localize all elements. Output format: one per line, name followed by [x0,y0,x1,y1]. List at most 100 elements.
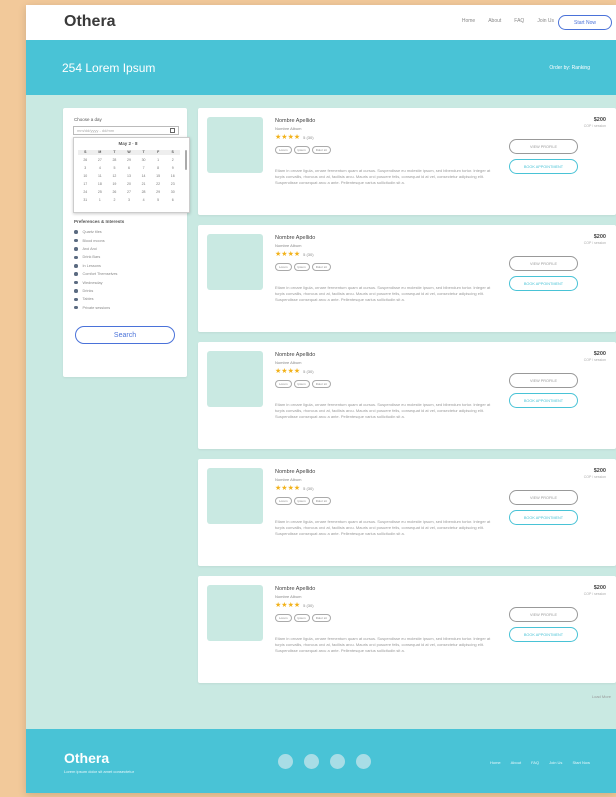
calendar-day[interactable]: 10 [78,174,93,179]
preference-option[interactable]: In Lessons [74,262,117,270]
brand-logo[interactable]: Othera [64,13,116,31]
calendar-day[interactable]: 6 [122,166,137,171]
social-circle-icon[interactable] [278,754,293,769]
calendar-day[interactable]: 8 [151,166,166,171]
view-profile-button[interactable]: VIEW PROFILE [509,256,578,271]
calendar-day[interactable]: 31 [78,198,93,203]
nav-link-home[interactable]: Home [462,18,475,24]
calendar-day[interactable]: 30 [165,190,180,195]
radio-dot-icon[interactable] [74,255,78,260]
radio-dot-icon[interactable] [74,289,78,293]
profile-photo[interactable] [207,234,263,290]
card-name[interactable]: Nombre Apellido [275,235,315,241]
social-circle-icon[interactable] [304,754,319,769]
book-appointment-button[interactable]: BOOK APPOINTMENT [509,627,578,642]
nav-link-join[interactable]: Join Us [537,18,554,24]
load-more-link[interactable]: Load More [592,694,611,699]
preference-option[interactable]: Drinks [74,287,117,295]
calendar-day[interactable]: 3 [78,166,93,171]
calendar-scrollbar[interactable] [185,150,187,170]
calendar-day[interactable]: 7 [136,166,151,171]
calendar-day[interactable]: 21 [136,182,151,187]
preference-option[interactable]: Blood moons [74,236,117,244]
profile-photo[interactable] [207,117,263,173]
card-name[interactable]: Nombre Apellido [275,118,315,124]
card-name[interactable]: Nombre Apellido [275,469,315,475]
footer-link-start[interactable]: Start Now [572,760,590,765]
calendar-day[interactable]: 23 [165,182,180,187]
footer-link-about[interactable]: About [511,760,521,765]
calendar-day[interactable]: 9 [165,166,180,171]
calendar-day[interactable]: 11 [93,174,108,179]
preference-option[interactable]: Quartz tiles [74,228,117,236]
calendar-day[interactable]: 16 [165,174,180,179]
calendar-day[interactable]: 1 [151,158,166,163]
calendar-day[interactable]: 22 [151,182,166,187]
calendar-day[interactable]: 1 [93,198,108,203]
preference-option[interactable]: Wednesday [74,278,117,286]
footer-link-home[interactable]: Home [490,760,501,765]
calendar-day[interactable]: 28 [136,190,151,195]
calendar-day[interactable]: 27 [93,158,108,163]
profile-photo[interactable] [207,351,263,407]
calendar-day[interactable]: 4 [93,166,108,171]
radio-dot-icon[interactable] [74,297,78,302]
calendar-day[interactable]: 29 [122,158,137,163]
card-name[interactable]: Nombre Apellido [275,352,315,358]
card-name[interactable]: Nombre Apellido [275,586,315,592]
book-appointment-button[interactable]: BOOK APPOINTMENT [509,159,578,174]
social-circle-icon[interactable] [330,754,345,769]
calendar-day[interactable]: 5 [107,166,122,171]
calendar-day[interactable]: 26 [107,190,122,195]
social-circle-icon[interactable] [356,754,371,769]
radio-dot-icon[interactable] [74,280,78,285]
calendar-day[interactable]: 6 [165,198,180,203]
calendar-day[interactable]: 28 [107,158,122,163]
profile-photo[interactable] [207,585,263,641]
radio-dot-icon[interactable] [74,272,78,276]
radio-dot-icon[interactable] [74,247,78,251]
calendar-day[interactable]: 15 [151,174,166,179]
calendar-day[interactable]: 20 [122,182,137,187]
footer-brand[interactable]: Othera [64,750,109,766]
preference-option[interactable]: Aroi Aroi [74,245,117,253]
radio-dot-icon[interactable] [74,230,78,234]
calendar-day[interactable]: 18 [93,182,108,187]
calendar-icon[interactable] [170,128,175,133]
calendar-day[interactable]: 13 [122,174,137,179]
calendar-day[interactable]: 4 [136,198,151,203]
calendar-day[interactable]: 2 [165,158,180,163]
view-profile-button[interactable]: VIEW PROFILE [509,139,578,154]
radio-dot-icon[interactable] [74,238,78,243]
nav-link-about[interactable]: About [488,18,501,24]
radio-dot-icon[interactable] [74,305,78,310]
calendar-day[interactable]: 5 [151,198,166,203]
book-appointment-button[interactable]: BOOK APPOINTMENT [509,393,578,408]
calendar-day[interactable]: 12 [107,174,122,179]
calendar-day[interactable]: 29 [151,190,166,195]
calendar-day[interactable]: 19 [107,182,122,187]
calendar-day[interactable]: 27 [122,190,137,195]
view-profile-button[interactable]: VIEW PROFILE [509,373,578,388]
calendar-day[interactable]: 26 [78,158,93,163]
calendar-day[interactable]: 14 [136,174,151,179]
preference-option[interactable]: Private sessions [74,304,117,312]
footer-link-join[interactable]: Join Us [549,760,562,765]
calendar-day[interactable]: 25 [93,190,108,195]
view-profile-button[interactable]: VIEW PROFILE [509,607,578,622]
preference-option[interactable]: Tables [74,295,117,303]
date-input[interactable]: mm/dd/yyyy ‑ dd/mm [73,126,179,135]
preference-option[interactable]: Comfort Themselves [74,270,117,278]
view-profile-button[interactable]: VIEW PROFILE [509,490,578,505]
preference-option[interactable]: Drink Bars [74,253,117,261]
book-appointment-button[interactable]: BOOK APPOINTMENT [509,276,578,291]
calendar-day[interactable]: 17 [78,182,93,187]
search-button[interactable]: Search [75,326,175,344]
start-now-button[interactable]: Start Now [558,15,612,30]
calendar-day[interactable]: 24 [78,190,93,195]
footer-link-faq[interactable]: FAQ [531,760,539,765]
sort-dropdown[interactable]: Order by: Ranking [549,65,590,71]
nav-link-faq[interactable]: FAQ [514,18,524,24]
radio-dot-icon[interactable] [74,264,78,268]
calendar-day[interactable]: 30 [136,158,151,163]
